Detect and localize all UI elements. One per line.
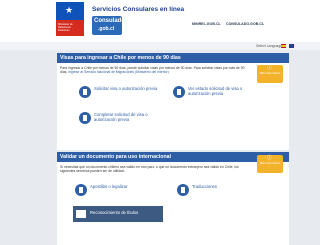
reconocimiento-titulos-tile[interactable]: Reconocimiento de títulos xyxy=(73,206,163,222)
documentos-panel-title: Validar un documento para uso internacio… xyxy=(57,152,289,162)
page-title: Servicios Consulares en línea xyxy=(92,6,185,13)
migraciones-link[interactable]: ingrese al Servicio Nacional de Migracio… xyxy=(68,70,168,74)
visas-panel-description: Para ingresar a Chile por menos de 90 dí… xyxy=(60,66,248,74)
english-flag-icon[interactable] xyxy=(289,44,294,48)
diploma-icon xyxy=(75,208,87,220)
estado-solicitud-tile[interactable]: Ver estado solicitud de visa o autorizac… xyxy=(171,84,261,100)
translate-icon xyxy=(177,184,189,196)
spanish-flag-icon[interactable] xyxy=(281,44,286,48)
document-edit-icon xyxy=(79,112,91,124)
tile-label: Traducciones xyxy=(192,184,217,189)
consulado-brand-logo[interactable]: Consulado .gob.cl xyxy=(92,16,125,35)
completar-solicitud-tile[interactable]: Completar solicitud de visa o autorizaci… xyxy=(77,110,167,126)
logo-text: Ministerio de Relaciones Exteriores xyxy=(58,23,73,32)
documentos-panel: Validar un documento para uso internacio… xyxy=(57,152,289,245)
site-header: ★ Ministerio de Relaciones Exteriores Se… xyxy=(0,0,320,42)
brand-main: Consulado xyxy=(94,18,125,24)
status-check-icon xyxy=(173,86,185,98)
documentos-more-info-label: Más información xyxy=(259,161,281,165)
tile-label: Reconocimiento de títulos xyxy=(90,210,139,215)
visas-more-info-button[interactable]: ⓘ Más información xyxy=(257,65,283,83)
tile-label: Solicitar visa o autorización previa xyxy=(94,86,158,91)
brand-sub: .gob.cl xyxy=(98,26,115,32)
language-selector[interactable]: Select Language xyxy=(256,44,282,48)
tile-label: Apostillar o legalizar xyxy=(90,184,128,189)
star-icon: ★ xyxy=(65,5,74,15)
government-logo[interactable]: ★ Ministerio de Relaciones Exteriores xyxy=(56,2,84,39)
minrel-link[interactable]: MINREL.GOB.CL xyxy=(192,22,221,26)
tile-label: Ver estado solicitud de visa o autorizac… xyxy=(188,86,243,96)
documentos-panel-description: Si necesitas que un documento chileno se… xyxy=(60,165,239,174)
traducciones-tile[interactable]: Traducciones xyxy=(175,182,265,198)
documentos-more-info-button[interactable]: ⓘ Más información xyxy=(257,155,283,173)
tile-label: Completar solicitud de visa o autorizaci… xyxy=(94,112,148,122)
visas-panel: Visas para ingresar a Chile por menos de… xyxy=(57,53,289,150)
visas-more-info-label: Más información xyxy=(259,71,281,75)
language-bar: Select Language xyxy=(0,42,320,50)
passport-icon xyxy=(79,86,91,98)
stamp-icon xyxy=(75,184,87,196)
apostillar-tile[interactable]: Apostillar o legalizar xyxy=(73,182,163,198)
consulado-link[interactable]: CONSULADO.GOB.CL xyxy=(226,22,264,26)
solicitar-visa-tile[interactable]: Solicitar visa o autorización previa xyxy=(77,84,167,100)
visas-panel-title: Visas para ingresar a Chile por menos de… xyxy=(57,53,289,63)
